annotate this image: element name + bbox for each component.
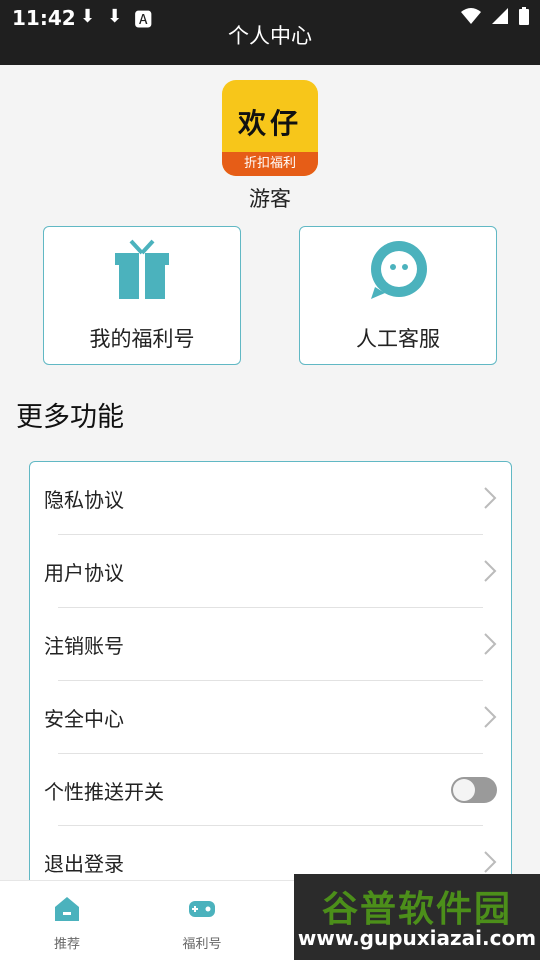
- app-logo: 欢仔 折扣福利: [222, 80, 318, 176]
- status-bar: 11:42 ⬇ ⬇ 🅰 个人中心: [0, 0, 540, 65]
- watermark: 谷普软件园 www.gupuxiazai.com: [294, 874, 540, 960]
- tab-welfare[interactable]: 福利号: [147, 881, 257, 960]
- tab-label: 推荐: [53, 937, 80, 952]
- more-functions-list: 隐私协议 用户协议 注销账号 安全中心 个性推送开关 退出登录: [29, 461, 512, 891]
- menu-item-label: 安全中心: [44, 707, 124, 731]
- chat-bubble-icon: [371, 241, 427, 299]
- chevron-right-icon: [484, 487, 497, 509]
- tab-recommend[interactable]: 推荐: [12, 881, 122, 960]
- chevron-right-icon: [484, 633, 497, 655]
- chevron-right-icon: [484, 560, 497, 582]
- menu-item-label: 隐私协议: [44, 488, 124, 512]
- toggle-knob: [453, 779, 475, 801]
- chevron-right-icon: [484, 706, 497, 728]
- push-toggle-switch[interactable]: [451, 777, 497, 803]
- gift-icon: [115, 239, 169, 299]
- logo-text: 欢仔: [237, 107, 302, 140]
- watermark-title: 谷普软件园: [321, 889, 512, 930]
- logo-band: 折扣福利: [222, 152, 318, 176]
- username: 游客: [249, 187, 291, 211]
- page-title: 个人中心: [228, 24, 312, 48]
- my-welfare-card[interactable]: 我的福利号: [43, 226, 241, 365]
- menu-item-push-toggle: 个性推送开关: [30, 754, 511, 826]
- tab-label: 福利号: [182, 937, 222, 952]
- menu-item-privacy[interactable]: 隐私协议: [30, 462, 511, 534]
- home-icon: [55, 897, 79, 921]
- card-label: 人工客服: [356, 327, 440, 351]
- gamepad-icon: [189, 901, 215, 917]
- watermark-url: www.gupuxiazai.com: [297, 926, 537, 950]
- menu-item-label: 退出登录: [44, 852, 124, 876]
- menu-item-label: 注销账号: [44, 634, 124, 658]
- section-title: 更多功能: [16, 402, 124, 433]
- customer-service-card[interactable]: 人工客服: [299, 226, 497, 365]
- chevron-right-icon: [484, 851, 497, 873]
- menu-item-label: 个性推送开关: [44, 780, 164, 804]
- menu-item-label: 用户协议: [44, 561, 124, 585]
- menu-item-user-agreement[interactable]: 用户协议: [30, 535, 511, 607]
- card-label: 我的福利号: [89, 327, 195, 351]
- menu-item-security-center[interactable]: 安全中心: [30, 681, 511, 753]
- menu-item-delete-account[interactable]: 注销账号: [30, 608, 511, 680]
